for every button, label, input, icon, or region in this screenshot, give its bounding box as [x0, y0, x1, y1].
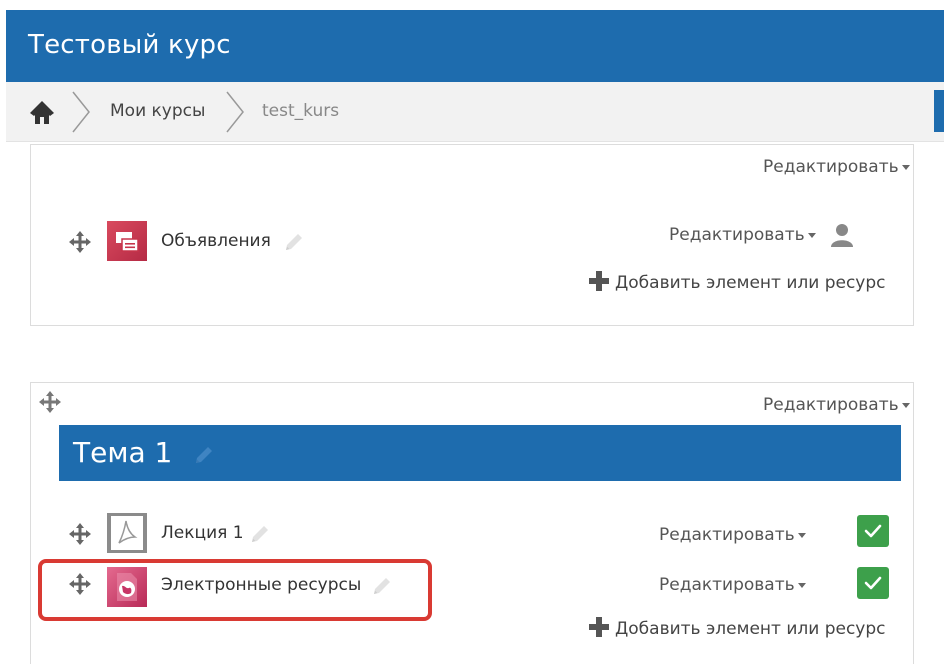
- activity-edit-label: Редактировать: [669, 225, 805, 245]
- activity-edit-menu[interactable]: Редактировать: [669, 225, 816, 245]
- section-edit-label: Редактировать: [763, 395, 899, 415]
- plus-icon: [589, 271, 609, 291]
- breadcrumb-current-course[interactable]: test_kurs: [262, 101, 339, 121]
- user-group-mode-icon[interactable]: [831, 223, 853, 247]
- caret-down-icon: [901, 164, 910, 170]
- activity-edit-label: Редактировать: [659, 575, 795, 595]
- activity-edit-menu[interactable]: Редактировать: [659, 525, 806, 545]
- completion-checkbox[interactable]: [857, 515, 889, 547]
- add-activity-label: Добавить элемент или ресурс: [615, 619, 886, 639]
- breadcrumb-separator-icon: [72, 91, 90, 133]
- activity-name[interactable]: Электронные ресурсы: [161, 575, 361, 595]
- edit-title-pencil-icon[interactable]: [283, 231, 305, 253]
- caret-down-icon: [901, 402, 910, 408]
- activity-name[interactable]: Объявления: [161, 231, 271, 251]
- section-edit-menu[interactable]: Редактировать: [763, 395, 910, 415]
- section-edit-menu[interactable]: Редактировать: [763, 157, 910, 177]
- edit-title-pencil-icon[interactable]: [193, 444, 215, 466]
- move-icon[interactable]: [69, 573, 91, 595]
- breadcrumb-separator-icon: [226, 91, 244, 133]
- checkmark-icon: [864, 576, 882, 590]
- checkmark-icon: [864, 524, 882, 538]
- url-resource-icon: [107, 567, 147, 607]
- move-icon[interactable]: [69, 231, 91, 253]
- edit-title-pencil-icon[interactable]: [371, 575, 393, 597]
- activity-edit-menu[interactable]: Редактировать: [659, 575, 806, 595]
- edit-title-pencil-icon[interactable]: [249, 523, 271, 545]
- plus-icon: [589, 617, 609, 637]
- section-edit-label: Редактировать: [763, 157, 899, 177]
- move-icon[interactable]: [69, 523, 91, 545]
- breadcrumb: Мои курсы test_kurs: [6, 82, 944, 142]
- caret-down-icon: [797, 532, 806, 538]
- drawer-toggle[interactable]: [934, 90, 944, 132]
- activity-name[interactable]: Лекция 1: [161, 523, 244, 543]
- activity-edit-label: Редактировать: [659, 525, 795, 545]
- caret-down-icon: [807, 232, 816, 238]
- add-activity-link[interactable]: Добавить элемент или ресурс: [589, 617, 886, 639]
- course-section-general: Редактировать Объявления Редактировать Д…: [30, 144, 914, 326]
- forum-icon: [107, 221, 147, 261]
- page-title: Тестовый курс: [28, 30, 231, 60]
- add-activity-link[interactable]: Добавить элемент или ресурс: [589, 271, 886, 293]
- breadcrumb-my-courses[interactable]: Мои курсы: [110, 101, 205, 121]
- pdf-file-icon: [107, 513, 147, 553]
- add-activity-label: Добавить элемент или ресурс: [615, 273, 886, 293]
- page: Тестовый курс Мои курсы test_kurs Редакт…: [0, 0, 944, 664]
- home-icon[interactable]: [28, 99, 56, 125]
- move-icon[interactable]: [39, 391, 61, 413]
- section-title[interactable]: Тема 1: [73, 436, 172, 469]
- course-header: Тестовый курс: [6, 10, 944, 82]
- section-title-bar: Тема 1: [59, 425, 901, 481]
- completion-checkbox[interactable]: [857, 567, 889, 599]
- caret-down-icon: [797, 582, 806, 588]
- course-section-topic-1: Редактировать Тема 1 Лекция 1 Редактиров…: [30, 382, 914, 664]
